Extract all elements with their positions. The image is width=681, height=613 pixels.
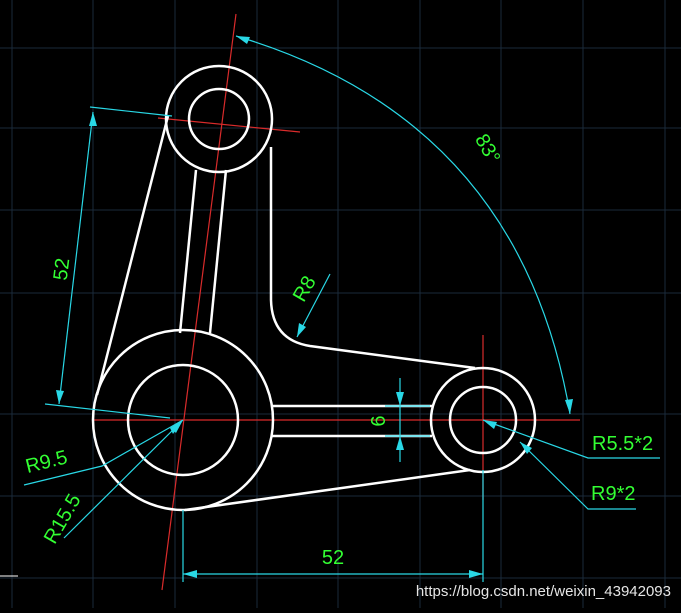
top-dim-ext-2 [44, 403, 171, 419]
arrow-angle-start [236, 36, 250, 44]
bottom-tangent-edge [184, 468, 471, 512]
arm-slot-left-edge [178, 169, 198, 334]
top-hole-circle [187, 87, 251, 151]
center-lines [93, 13, 580, 591]
cad-drawing-canvas: 52 83° R8 6 R5.5*2 R9*2 R9.5 R15.5 52 ht… [0, 0, 681, 608]
left-boss-leader [63, 419, 184, 539]
left-outer-edge [95, 115, 170, 396]
arrow-bottom-right [469, 570, 483, 578]
small-boss-label: R9*2 [591, 483, 635, 505]
arrow-top-dim-upper [89, 112, 97, 126]
fillet-edge [269, 147, 476, 370]
top-cross-centerline [157, 117, 301, 133]
angle-label: 83° [470, 130, 504, 167]
arrow-small-hole [483, 420, 497, 429]
top-distance-label: 52 [50, 257, 75, 282]
arrow-fillet [297, 323, 306, 337]
left-hole-label: R9.5 [23, 446, 69, 478]
arrow-angle-end [565, 399, 573, 414]
arrow-top-dim-lower [56, 390, 64, 404]
background-grid [0, 0, 681, 608]
top-boss-circle [164, 64, 274, 174]
arrow-slot-top [396, 392, 404, 406]
arrow-slot-bottom [396, 436, 404, 450]
small-hole-label: R5.5*2 [592, 433, 653, 455]
left-boss-label: R15.5 [40, 490, 86, 547]
dimension-arrowheads [56, 36, 573, 578]
watermark-text: https://blog.csdn.net/weixin_43942093 [416, 583, 671, 600]
bottom-distance-label: 52 [322, 547, 344, 569]
top-dim-line [58, 111, 94, 405]
top-dim-ext-1 [89, 106, 173, 117]
arrow-bottom-left [183, 570, 197, 578]
cad-drawing: 52 83° R8 6 R5.5*2 R9*2 R9.5 R15.5 52 ht… [0, 0, 681, 608]
slot-width-label: 6 [368, 415, 390, 426]
